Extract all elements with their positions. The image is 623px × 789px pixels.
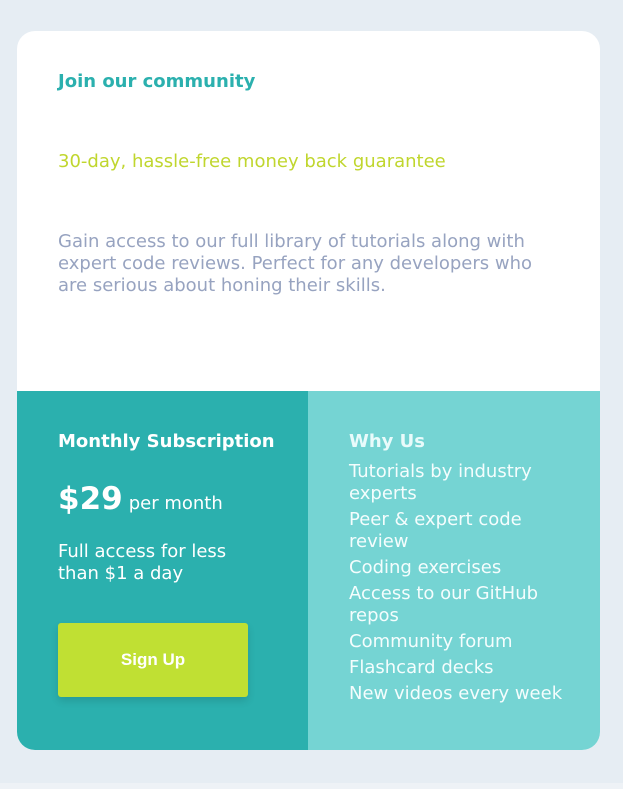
guarantee-tagline: 30-day, hassle-free money back guarantee [58, 151, 446, 172]
subscription-title: Monthly Subscription [58, 431, 275, 452]
list-item: Coding exercises [349, 557, 502, 578]
subscription-panel: Monthly Subscription $29 per month Full … [17, 391, 308, 750]
page-title: Join our community [58, 71, 256, 92]
pricing-card: Join our community 30-day, hassle-free m… [17, 31, 600, 750]
description-text: Gain access to our full library of tutor… [58, 231, 533, 296]
list-item: Community forum [349, 631, 513, 652]
access-text: Full access for less than $1 a day [58, 541, 227, 584]
list-item: Peer & expert code review [349, 509, 522, 552]
sign-up-button[interactable]: Sign Up [58, 623, 248, 697]
page-bottom-strip [0, 783, 623, 789]
list-item: Access to our GitHub repos [349, 583, 539, 626]
price-row: $29 per month [58, 479, 308, 519]
price-period: per month [128, 493, 223, 514]
list-item: New videos every week [349, 683, 563, 704]
price-amount: $29 [58, 481, 123, 517]
card-bottom-section: Monthly Subscription $29 per month Full … [17, 391, 600, 750]
list-item: Flashcard decks [349, 657, 494, 678]
why-us-title: Why Us [349, 431, 425, 452]
card-header-section: Join our community 30-day, hassle-free m… [17, 31, 600, 391]
list-item: Tutorials by industry experts [349, 461, 532, 504]
why-us-list: Tutorials by industry experts Peer & exp… [349, 461, 580, 705]
why-us-panel: Why Us Tutorials by industry experts Pee… [308, 391, 600, 750]
